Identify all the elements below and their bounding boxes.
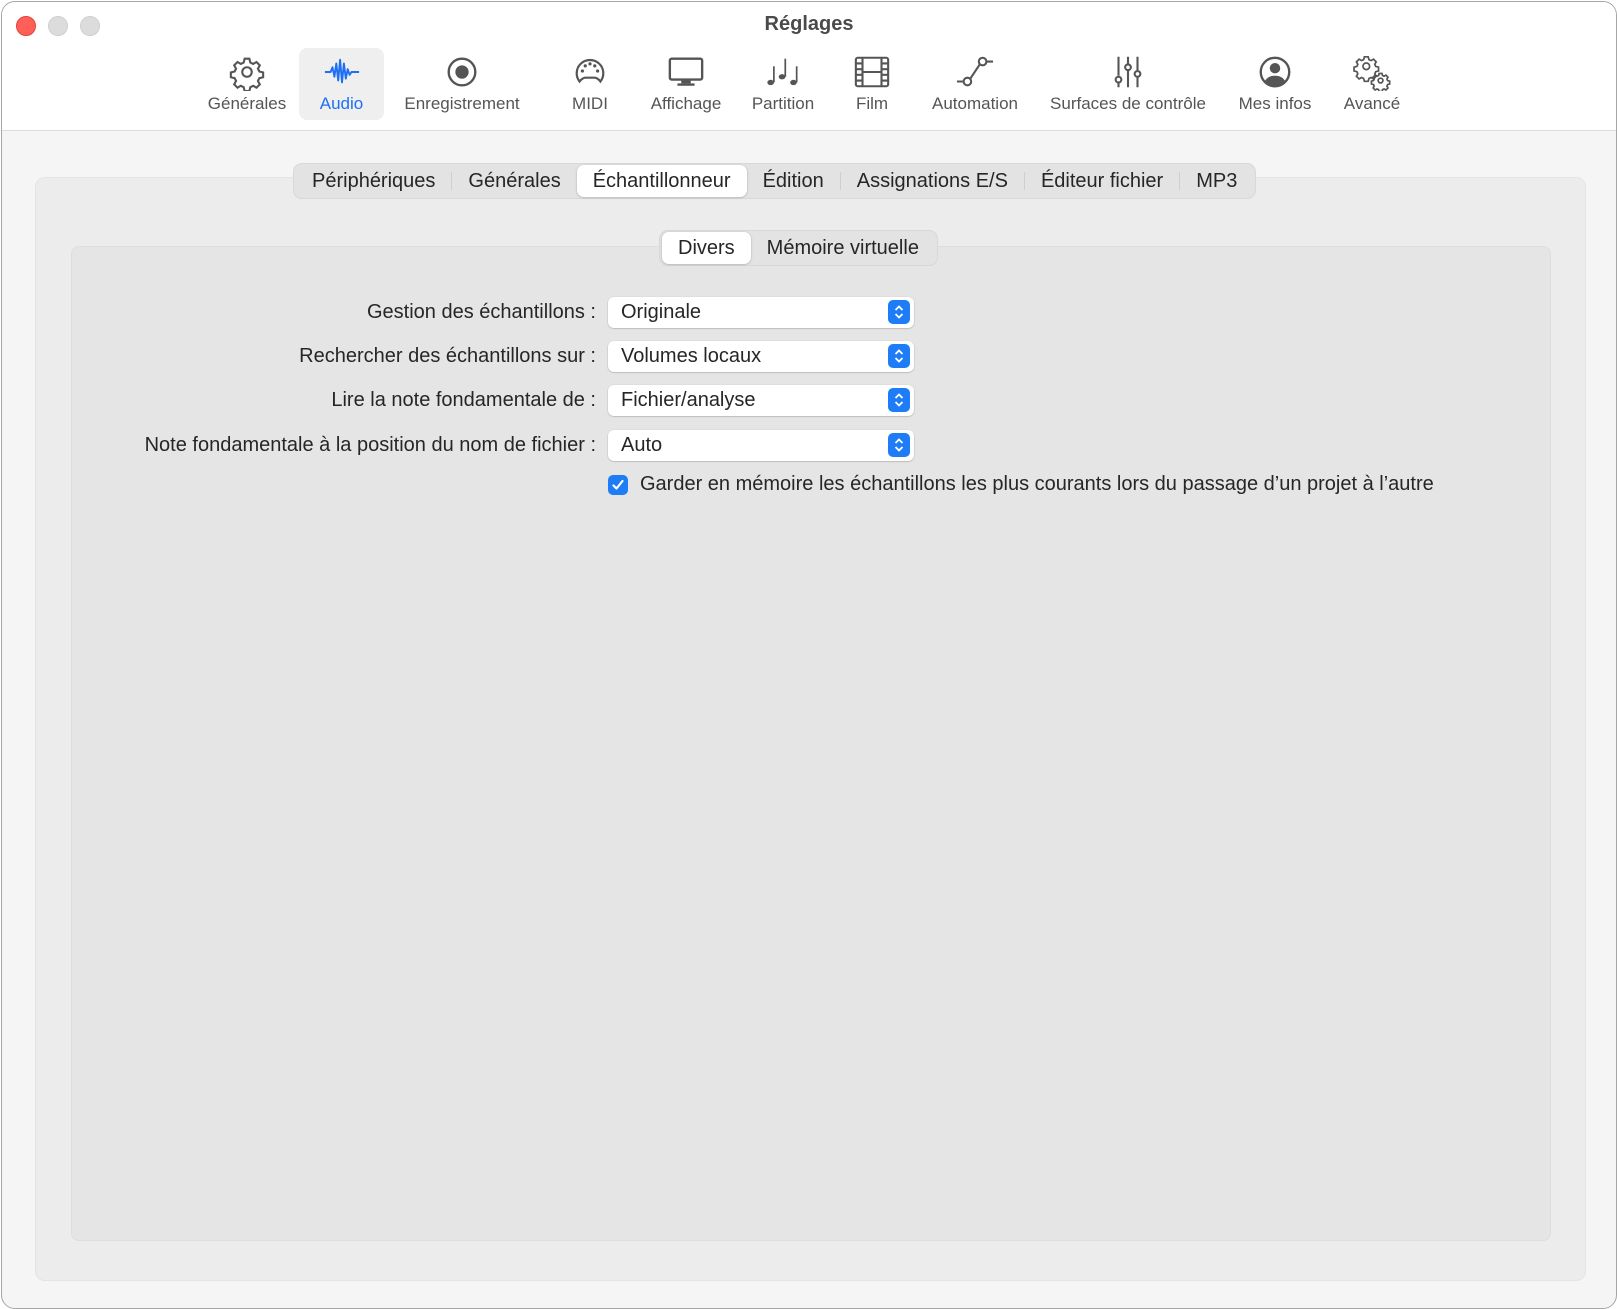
field-label: Rechercher des échantillons sur : — [299, 344, 596, 367]
toolbar-label: Partition — [751, 94, 815, 113]
film-icon — [852, 52, 892, 92]
up-down-chevron-icon — [888, 388, 910, 412]
section-tabs: Périphériques Générales Échantillonneur … — [293, 163, 1257, 199]
toolbar-item-mes-infos[interactable]: Mes infos — [1230, 48, 1320, 120]
toolbar-item-automation[interactable]: Automation — [920, 48, 1030, 120]
keep-samples-checkbox[interactable] — [608, 474, 628, 495]
subtab-memoire-virtuelle[interactable]: Mémoire virtuelle — [751, 232, 935, 264]
music-notes-icon — [763, 52, 803, 92]
toolbar-item-avance[interactable]: Avancé — [1335, 48, 1409, 120]
tab-assignations-es[interactable]: Assignations E/S — [841, 165, 1024, 197]
up-down-chevron-icon — [888, 300, 910, 324]
field-label: Note fondamentale à la position du nom d… — [144, 433, 596, 456]
checkmark-icon — [612, 479, 624, 490]
toolbar-item-affichage[interactable]: Affichage — [640, 48, 732, 120]
field-label: Gestion des échantillons : — [366, 300, 596, 323]
settings-window: Réglages Générales Audio Enregistrement — [1, 1, 1617, 1309]
toolbar-item-generales[interactable]: Générales — [204, 48, 290, 120]
tab-editeur-fichier[interactable]: Éditeur fichier — [1025, 165, 1179, 197]
search-samples-popup[interactable]: Volumes locaux — [608, 340, 914, 372]
sample-management-popup[interactable]: Originale — [608, 296, 914, 328]
toolbar-label: Film — [855, 94, 889, 113]
tab-edition[interactable]: Édition — [747, 165, 840, 197]
midi-port-icon — [570, 52, 610, 92]
up-down-chevron-icon — [888, 344, 910, 368]
display-icon — [666, 52, 706, 92]
tab-echantillonneur[interactable]: Échantillonneur — [576, 165, 747, 197]
toolbar-label: Avancé — [1343, 94, 1401, 113]
popup-value: Auto — [621, 433, 663, 456]
popup-value: Fichier/analyse — [621, 388, 756, 411]
toolbar-item-surfaces-de-controle[interactable]: Surfaces de contrôle — [1038, 48, 1218, 120]
popup-value: Originale — [621, 300, 702, 323]
keep-samples-checkbox-row[interactable]: Garder en mémoire les échantillons les p… — [608, 473, 1434, 496]
toolbar-label: Audio — [319, 94, 364, 113]
toolbar-item-midi[interactable]: MIDI — [550, 48, 630, 120]
record-icon — [442, 52, 482, 92]
toolbar-label: Automation — [932, 94, 1018, 113]
root-note-filename-position-popup[interactable]: Auto — [608, 429, 914, 461]
tab-peripheriques[interactable]: Périphériques — [296, 165, 451, 197]
faders-icon — [1108, 52, 1148, 92]
toolbar-item-audio[interactable]: Audio — [299, 48, 384, 120]
toolbar-item-partition[interactable]: Partition — [743, 48, 823, 120]
form-row-rechercher: Rechercher des échantillons sur : Volume… — [2, 340, 1616, 372]
subsection-tabs: Divers Mémoire virtuelle — [659, 230, 938, 266]
form-row-note-position: Note fondamentale à la position du nom d… — [2, 429, 1616, 461]
automation-curve-icon — [955, 52, 995, 92]
gear-icon — [227, 52, 267, 92]
preferences-toolbar: Générales Audio Enregistrement MIDI Affi… — [2, 48, 1616, 120]
field-label: Lire la note fondamentale de : — [331, 388, 596, 411]
popup-value: Volumes locaux — [621, 344, 762, 367]
window-title: Réglages — [764, 13, 854, 35]
toolbar-item-enregistrement[interactable]: Enregistrement — [392, 48, 532, 120]
toolbar-label: Enregistrement — [404, 94, 520, 113]
toolbar-label: Générales — [207, 94, 287, 113]
subtab-divers[interactable]: Divers — [662, 232, 751, 264]
tab-mp3[interactable]: MP3 — [1180, 165, 1253, 197]
person-circle-icon — [1255, 52, 1295, 92]
form-row-lire-note: Lire la note fondamentale de : Fichier/a… — [2, 384, 1616, 416]
waveform-icon — [322, 52, 362, 92]
toolbar-label: MIDI — [572, 94, 608, 113]
toolbar-label: Mes infos — [1238, 94, 1312, 113]
up-down-chevron-icon — [888, 433, 910, 457]
root-note-source-popup[interactable]: Fichier/analyse — [608, 384, 914, 416]
tab-generales[interactable]: Générales — [452, 165, 576, 197]
form-row-gestion: Gestion des échantillons : Originale — [2, 296, 1616, 328]
toolbar-item-film[interactable]: Film — [840, 48, 904, 120]
toolbar-label: Affichage — [650, 94, 722, 113]
toolbar-label: Surfaces de contrôle — [1050, 94, 1206, 113]
gears-icon — [1352, 52, 1392, 92]
checkbox-label: Garder en mémoire les échantillons les p… — [640, 473, 1434, 495]
title-bar: Réglages Générales Audio Enregistrement — [2, 2, 1616, 131]
